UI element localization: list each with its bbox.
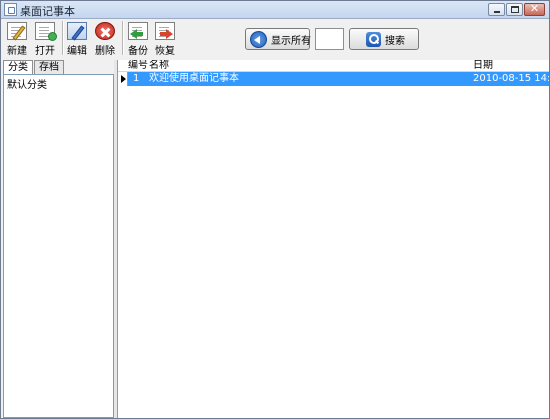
title-bar[interactable]: 桌面记事本 ✕ [1, 1, 549, 19]
new-note-icon [7, 22, 27, 41]
app-window: 桌面记事本 ✕ 新建 打开 编辑 删除 备份 恢复 显示所有 搜索 分类 存档 … [0, 0, 550, 419]
edit-button-label: 编辑 [67, 46, 87, 57]
maximize-button[interactable] [506, 3, 523, 16]
column-header-date[interactable]: 日期 [473, 60, 493, 72]
column-header-number[interactable]: 编号 [128, 60, 148, 72]
backup-button[interactable]: 备份 [125, 22, 151, 57]
delete-icon [95, 22, 115, 40]
open-button-label: 打开 [35, 46, 55, 57]
search-input[interactable] [315, 28, 344, 50]
list-header: 编号 名称 日期 [118, 60, 549, 72]
edit-button[interactable]: 编辑 [64, 22, 90, 57]
close-icon: ✕ [529, 2, 540, 15]
toolbar-separator [62, 21, 63, 55]
restore-button-label: 恢复 [155, 46, 175, 57]
toolbar: 新建 打开 编辑 删除 备份 恢复 显示所有 搜索 [1, 19, 549, 59]
search-icon [366, 31, 381, 47]
close-button[interactable]: ✕ [524, 2, 545, 16]
new-button[interactable]: 新建 [4, 22, 30, 57]
open-button[interactable]: 打开 [32, 22, 58, 57]
row-number: 1 [133, 73, 140, 84]
category-item-default[interactable]: 默认分类 [7, 76, 47, 91]
search-button-label: 搜索 [385, 35, 405, 47]
column-header-name[interactable]: 名称 [149, 60, 169, 72]
row-name: 欢迎使用桌面记事本 [149, 73, 239, 84]
backup-icon [128, 22, 148, 40]
restore-button[interactable]: 恢复 [152, 22, 178, 57]
tab-category[interactable]: 分类 [3, 60, 33, 75]
minimize-button[interactable] [488, 3, 505, 16]
delete-button[interactable]: 删除 [92, 22, 118, 57]
row-date: 2010-08-15 14:15:0 [473, 73, 549, 84]
toolbar-separator [122, 21, 123, 55]
minimize-icon [494, 11, 500, 13]
category-list: 默认分类 [3, 74, 114, 418]
left-tabs: 分类 存档 [3, 60, 65, 75]
restore-icon [155, 22, 175, 40]
show-all-label: 显示所有 [271, 35, 311, 47]
tab-archive[interactable]: 存档 [34, 60, 64, 74]
show-all-button[interactable]: 显示所有 [245, 28, 311, 50]
open-note-icon [35, 22, 57, 41]
window-title: 桌面记事本 [20, 5, 75, 18]
back-arrow-icon [250, 30, 267, 48]
row-pointer-icon [118, 72, 128, 86]
note-list: 编号 名称 日期 1 欢迎使用桌面记事本 2010-08-15 14:15:0 [117, 60, 549, 418]
delete-button-label: 删除 [95, 46, 115, 57]
table-row[interactable]: 1 欢迎使用桌面记事本 2010-08-15 14:15:0 [118, 72, 549, 86]
notepad-app-icon[interactable] [4, 3, 17, 16]
search-button[interactable]: 搜索 [349, 28, 419, 50]
maximize-icon [511, 6, 519, 13]
new-button-label: 新建 [7, 46, 27, 57]
window-controls: ✕ [488, 2, 545, 16]
backup-button-label: 备份 [128, 46, 148, 57]
edit-icon [67, 22, 87, 41]
